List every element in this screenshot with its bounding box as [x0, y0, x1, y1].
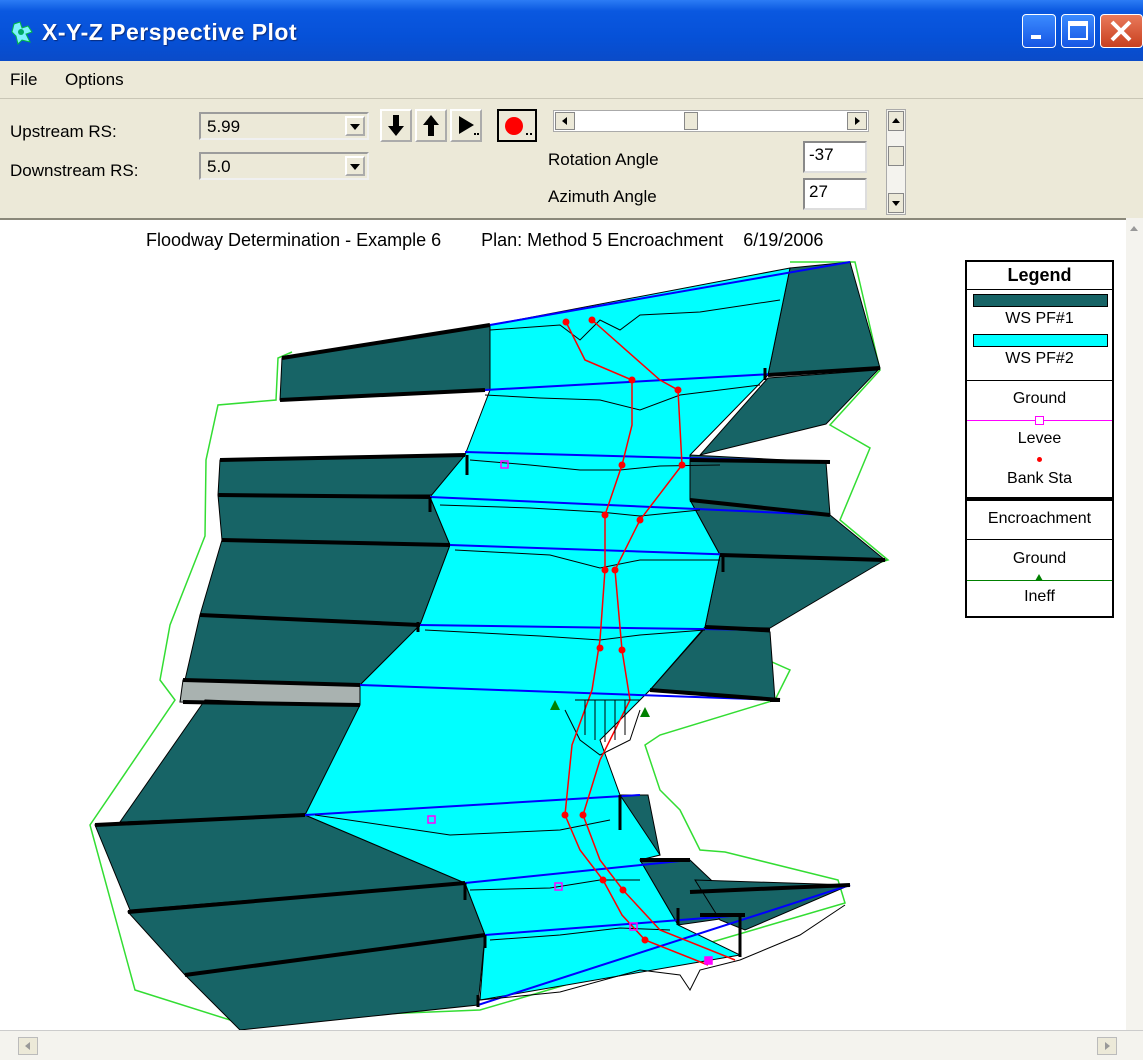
plot-horizontal-scrollbar[interactable]	[0, 1030, 1143, 1060]
scroll-left-icon[interactable]	[18, 1037, 38, 1055]
legend: Legend WS PF#1 WS PF#2 Ground Levee Bank…	[965, 260, 1114, 618]
ws-pf1-swatch	[973, 294, 1108, 307]
bank-sta-marker-icon	[1037, 457, 1042, 462]
levee-marker-icon	[1035, 416, 1044, 425]
legend-item-ineff: Ineff	[1024, 588, 1055, 605]
legend-item-ground-2: Ground	[1012, 550, 1067, 567]
ineff-marker-icon	[1035, 574, 1043, 581]
legend-item-bank-sta: Bank Sta	[1007, 470, 1072, 487]
scroll-right-icon[interactable]	[1097, 1037, 1117, 1055]
legend-item-ws-pf1: WS PF#1	[1005, 310, 1074, 327]
legend-item-levee: Levee	[1017, 430, 1062, 447]
legend-title: Legend	[1007, 265, 1072, 285]
scroll-up-icon[interactable]	[1126, 218, 1143, 238]
legend-item-ground: Ground	[1012, 390, 1067, 407]
legend-item-ws-pf2: WS PF#2	[1005, 350, 1074, 367]
ws-pf2-swatch	[973, 334, 1108, 347]
perspective-plot[interactable]	[0, 0, 1126, 1030]
legend-item-encroachment: Encroachment	[987, 510, 1092, 527]
plot-title: Floodway Determination - Example 6 Plan:…	[146, 230, 824, 250]
plot-vertical-scrollbar[interactable]	[1126, 218, 1143, 1030]
